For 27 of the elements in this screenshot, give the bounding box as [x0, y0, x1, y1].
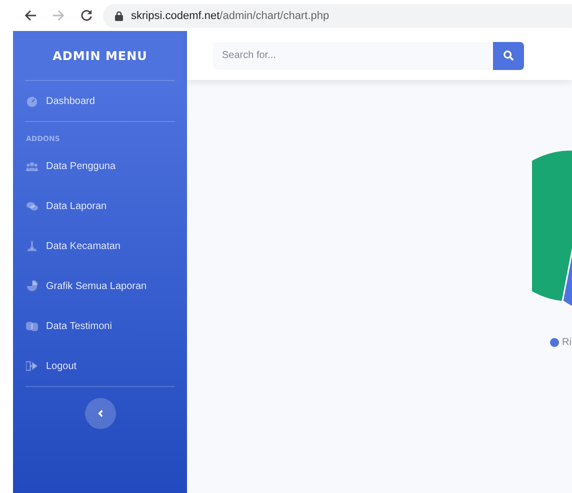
pie-chart-icon	[26, 280, 38, 292]
search-button[interactable]	[493, 42, 524, 70]
url-host: skripsi.codemf.net	[131, 10, 220, 22]
url-path: /admin/chart/chart.php	[220, 10, 330, 22]
chat-bubbles-icon	[26, 200, 38, 212]
reload-icon[interactable]	[80, 9, 93, 22]
sidebar-item[interactable]: Dashboard	[13, 81, 187, 121]
sidebar-item[interactable]: Data Testimoni	[13, 306, 187, 346]
masks-icon	[26, 320, 38, 332]
sidebar-item[interactable]: Data Pengguna	[13, 146, 187, 186]
legend-label: Ri	[562, 337, 572, 348]
chevron-left-icon	[96, 409, 104, 418]
sidebar-item[interactable]: Data Laporan	[13, 186, 187, 226]
dashboard-icon	[26, 95, 38, 107]
sidebar-toggle-button[interactable]	[84, 398, 116, 429]
back-icon[interactable]	[24, 9, 37, 22]
address-bar[interactable]: skripsi.codemf.net/admin/chart/chart.php	[103, 4, 572, 28]
sidebar-item[interactable]: Grafik Semua Laporan	[13, 266, 187, 306]
logout-icon	[26, 360, 38, 372]
search-icon	[503, 50, 514, 61]
figure-icon	[26, 240, 38, 252]
lock-icon	[115, 10, 123, 20]
sidebar-item[interactable]: Data Kecamatan	[13, 226, 187, 266]
sidebar-title[interactable]: ADMIN MENU	[13, 31, 187, 80]
sidebar-item[interactable]: Logout	[13, 346, 187, 386]
search-field[interactable]: Search for...	[213, 42, 493, 70]
users-icon	[26, 160, 38, 172]
